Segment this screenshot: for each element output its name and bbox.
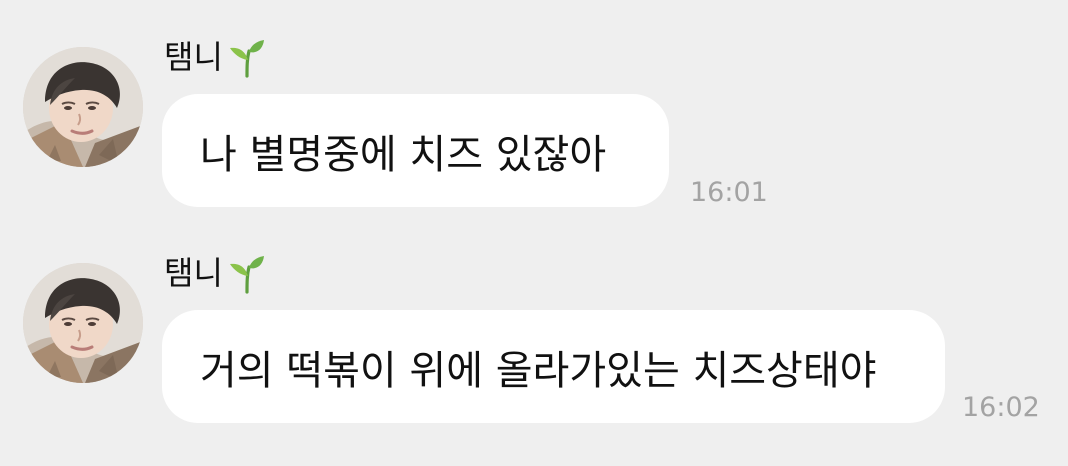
message-bubble[interactable]: 거의 떡볶이 위에 올라가있는 치즈상태야 <box>162 310 945 423</box>
sender-name-text: 탬니 <box>164 38 223 76</box>
message-bubble[interactable]: 나 별명중에 치즈 있잖아 <box>162 94 669 207</box>
chat-view: 탬니 나 별명중에 치즈 있잖아 16:01 탬니 거의 떡볶이 위에 올라가있… <box>0 0 1068 466</box>
message-text: 거의 떡볶이 위에 올라가있는 치즈상태야 <box>200 347 877 394</box>
avatar[interactable] <box>23 47 143 167</box>
avatar[interactable] <box>23 263 143 383</box>
sender-name-text: 탬니 <box>164 254 223 292</box>
message-time: 16:01 <box>690 177 768 208</box>
sender-name: 탬니 <box>164 250 267 296</box>
message-text: 나 별명중에 치즈 있잖아 <box>200 131 607 178</box>
sprout-icon <box>227 39 267 79</box>
message-time: 16:02 <box>962 392 1040 423</box>
sender-name: 탬니 <box>164 34 267 80</box>
sprout-icon <box>227 255 267 295</box>
